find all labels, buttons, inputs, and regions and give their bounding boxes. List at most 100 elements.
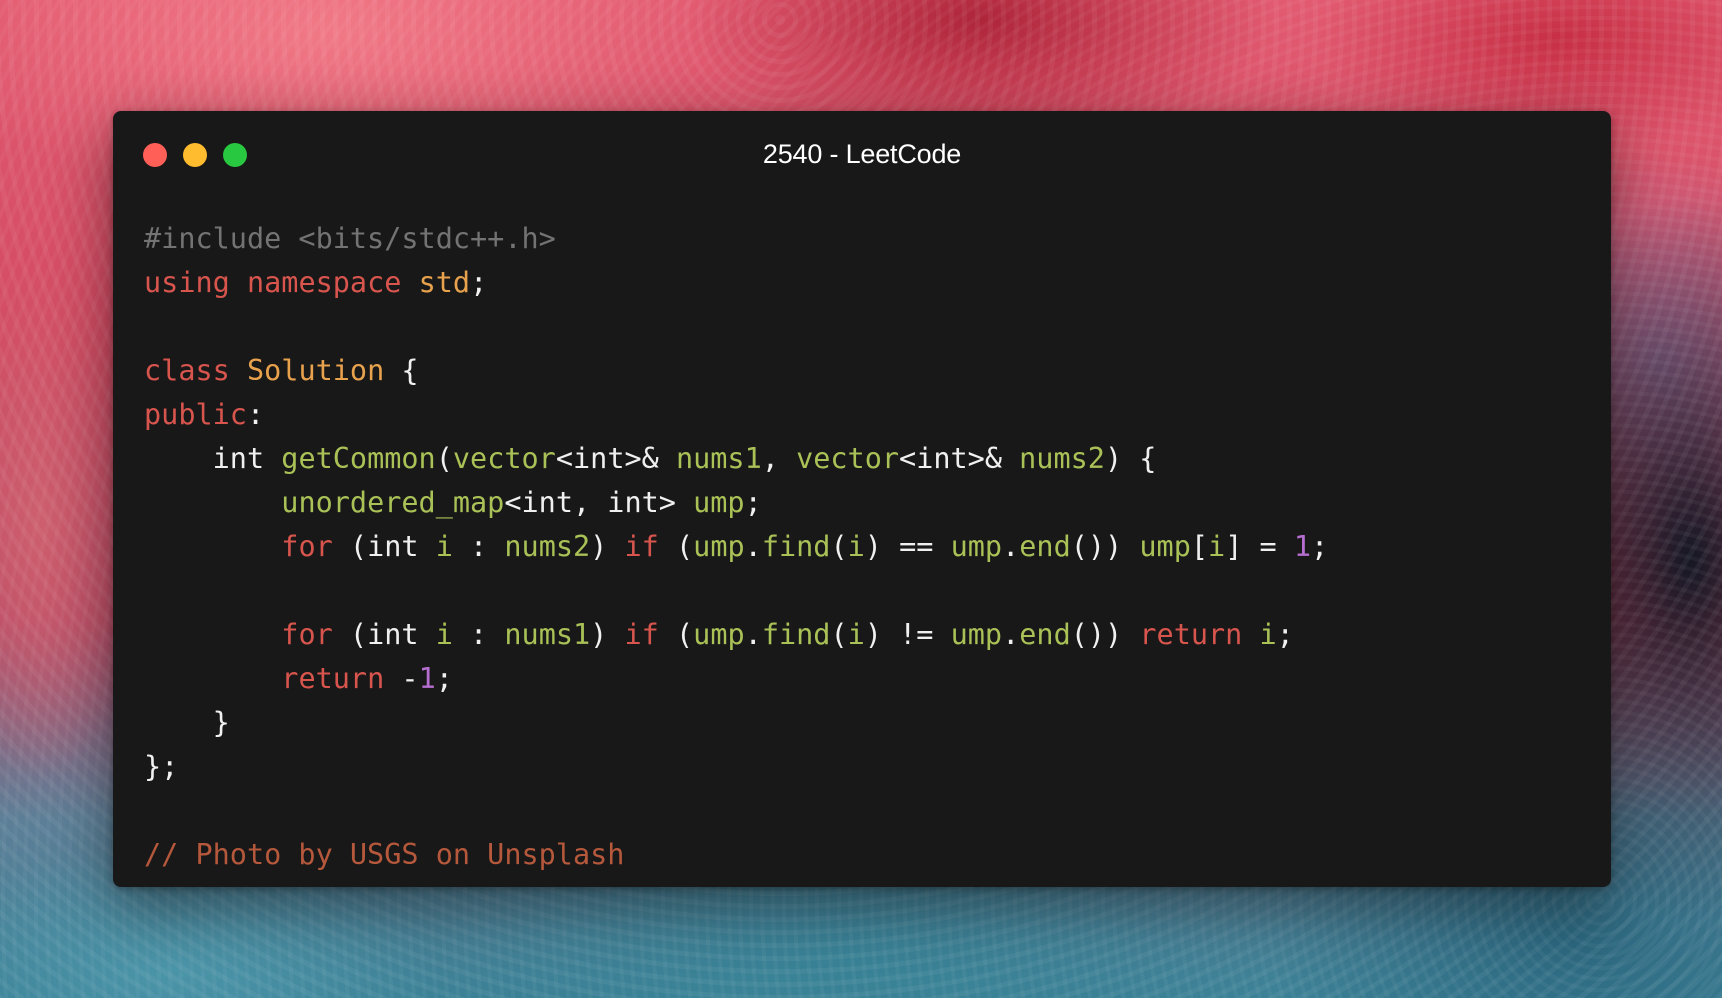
code-token: ; xyxy=(744,486,762,519)
code-token: namespace xyxy=(246,266,402,299)
code-lines: #include <bits/stdc++.h> using namespace … xyxy=(144,217,1328,877)
code-token: 1 xyxy=(418,662,436,695)
code-token: ( xyxy=(435,442,453,475)
code-line: }; xyxy=(144,745,1328,789)
code-token: for xyxy=(281,618,333,651)
code-line: return -1; xyxy=(144,657,1328,701)
code-token: Solution xyxy=(246,354,385,387)
code-token: i xyxy=(1259,618,1277,651)
code-token: : xyxy=(246,398,265,431)
code-token: i xyxy=(847,530,865,563)
window-title: 2540 - LeetCode xyxy=(762,139,962,169)
code-token: if xyxy=(624,618,659,651)
code-token: ] = xyxy=(1225,530,1294,563)
code-token: , xyxy=(761,442,797,475)
code-token: i xyxy=(1208,530,1226,563)
code-token: ump xyxy=(1139,530,1191,563)
code-token: end xyxy=(1019,530,1071,563)
code-token: #include <bits/stdc++.h> xyxy=(144,222,556,255)
code-token: ; xyxy=(435,662,453,695)
code-token: <int, int> xyxy=(504,486,694,519)
code-token: end xyxy=(1019,618,1071,651)
code-token: class xyxy=(144,354,230,387)
code-line: // Photo by USGS on Unsplash xyxy=(144,833,1328,877)
code-token: ( xyxy=(658,530,694,563)
code-token: find xyxy=(761,618,831,651)
code-token: : xyxy=(452,530,505,563)
code-token: [ xyxy=(1190,530,1209,563)
code-token: ( xyxy=(658,618,694,651)
code-token: - xyxy=(384,662,419,695)
code-token: ) == xyxy=(864,530,951,563)
code-token: (int xyxy=(332,530,436,563)
code-token: . xyxy=(744,530,762,563)
code-line: unordered_map<int, int> ump; xyxy=(144,481,1328,525)
code-token: for xyxy=(281,530,333,563)
code-block: #include <bits/stdc++.h> using namespace … xyxy=(144,217,1328,877)
code-token: vector xyxy=(796,442,900,475)
code-line: } xyxy=(144,701,1328,745)
code-window: 2540 - LeetCode #include <bits/stdc++.h>… xyxy=(113,111,1611,887)
code-token: ) xyxy=(590,530,625,563)
code-token: i xyxy=(435,530,453,563)
code-token: ()) xyxy=(1070,618,1140,651)
code-token: ump xyxy=(693,530,745,563)
code-token: vector xyxy=(452,442,556,475)
code-token: } xyxy=(144,706,230,739)
code-token: <int>& xyxy=(555,442,676,475)
code-token: . xyxy=(1002,530,1020,563)
code-token: ump xyxy=(693,486,745,519)
code-token: unordered_map xyxy=(281,486,505,519)
code-token: ump xyxy=(693,618,745,651)
code-token: public xyxy=(144,398,247,431)
code-token: ) != xyxy=(864,618,951,651)
code-token: nums2 xyxy=(1019,442,1105,475)
code-token: std xyxy=(418,266,471,299)
code-token: ump xyxy=(950,530,1003,563)
code-token: getCommon xyxy=(281,442,436,475)
code-token: ; xyxy=(1276,618,1294,651)
code-token: : xyxy=(452,618,505,651)
code-token: ) xyxy=(590,618,625,651)
code-line: int getCommon(vector<int>& nums1, vector… xyxy=(144,437,1328,481)
window-titlebar: 2540 - LeetCode xyxy=(113,111,1611,187)
code-token: ( xyxy=(830,618,848,651)
code-token: return xyxy=(281,662,385,695)
code-token: ; xyxy=(470,266,488,299)
code-line: class Solution { xyxy=(144,349,1328,393)
code-token: (int xyxy=(332,618,436,651)
code-token: ) { xyxy=(1104,442,1157,475)
code-token: using xyxy=(144,266,230,299)
code-token: nums1 xyxy=(504,618,591,651)
code-token: 1 xyxy=(1293,530,1312,563)
code-token: i xyxy=(847,618,865,651)
code-line: public: xyxy=(144,393,1328,437)
code-token: nums2 xyxy=(504,530,591,563)
code-token: i xyxy=(435,618,453,651)
code-token: if xyxy=(624,530,659,563)
code-token: ( xyxy=(830,530,848,563)
code-line: for (int i : nums1) if (ump.find(i) != u… xyxy=(144,613,1328,657)
code-line: for (int i : nums2) if (ump.find(i) == u… xyxy=(144,525,1328,569)
code-token: int xyxy=(144,442,282,475)
code-token: // Photo by USGS on Unsplash xyxy=(144,838,625,871)
code-token: ump xyxy=(950,618,1003,651)
code-token: . xyxy=(744,618,762,651)
code-token: nums1 xyxy=(675,442,762,475)
code-token: find xyxy=(761,530,831,563)
code-line: #include <bits/stdc++.h> xyxy=(144,217,1328,261)
code-token: <int>& xyxy=(899,442,1020,475)
code-token: { xyxy=(384,354,419,387)
code-token: return xyxy=(1139,618,1243,651)
code-token: . xyxy=(1002,618,1020,651)
